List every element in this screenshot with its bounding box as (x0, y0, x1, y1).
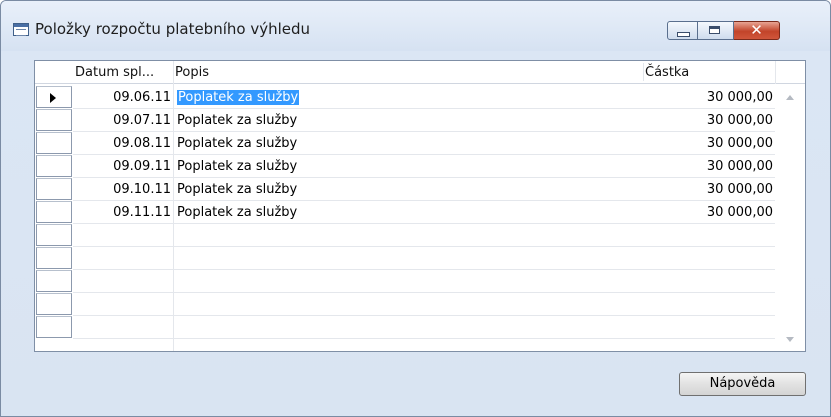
column-header-description[interactable]: Popis (175, 61, 645, 83)
row-selector[interactable] (36, 201, 72, 223)
maximize-button[interactable] (698, 21, 734, 40)
table-row[interactable]: 09.09.11 Poplatek za služby 30 000,00 (35, 155, 775, 178)
row-selector[interactable] (36, 155, 72, 177)
table-row[interactable] (35, 224, 775, 247)
dialog-window: Položky rozpočtu platebního výhledu ✕ Da… (0, 0, 831, 417)
header-divider (643, 63, 644, 81)
cell-description[interactable]: Poplatek za služby (177, 132, 643, 155)
selected-text: Poplatek za služby (177, 90, 300, 105)
cell-amount[interactable]: 30 000,00 (645, 132, 773, 155)
cell-amount[interactable]: 30 000,00 (645, 201, 773, 224)
scroll-down-icon[interactable] (786, 337, 794, 342)
table-row[interactable] (35, 270, 775, 293)
scroll-up-icon[interactable] (786, 95, 794, 100)
table-row[interactable]: 09.07.11 Poplatek za služby 30 000,00 (35, 109, 775, 132)
cell-amount[interactable]: 30 000,00 (645, 155, 773, 178)
row-selector[interactable] (36, 247, 72, 269)
row-selector[interactable] (36, 86, 72, 108)
cell-description[interactable]: Poplatek za služby (177, 201, 643, 224)
row-selector[interactable] (36, 316, 72, 338)
column-header-amount[interactable]: Částka (645, 61, 775, 83)
cell-date[interactable]: 09.06.11 (75, 86, 171, 109)
help-button[interactable]: Nápověda (679, 372, 806, 396)
cell-date[interactable]: 09.09.11 (75, 155, 171, 178)
window-title: Položky rozpočtu platebního výhledu (35, 20, 311, 38)
close-button[interactable]: ✕ (734, 21, 780, 40)
cell-description[interactable]: Poplatek za služby (177, 178, 643, 201)
grid-header: Datum spl... Popis Částka (35, 61, 805, 84)
close-icon: ✕ (750, 21, 763, 39)
cell-amount[interactable]: 30 000,00 (645, 86, 773, 109)
cell-date[interactable]: 09.08.11 (75, 132, 171, 155)
table-row[interactable]: 09.10.11 Poplatek za služby 30 000,00 (35, 178, 775, 201)
row-selector[interactable] (36, 109, 72, 131)
row-selector[interactable] (36, 224, 72, 246)
cell-description[interactable]: Poplatek za služby (177, 109, 643, 132)
row-pointer-icon (50, 93, 56, 103)
minimize-icon (677, 32, 690, 37)
cell-description[interactable]: Poplatek za služby (177, 155, 643, 178)
entries-grid[interactable]: Datum spl... Popis Částka 09.06.11 Poplat… (34, 60, 806, 352)
row-selector[interactable] (36, 132, 72, 154)
list-window-icon (13, 23, 29, 36)
cell-amount[interactable]: 30 000,00 (645, 178, 773, 201)
table-row[interactable] (35, 293, 775, 316)
cell-amount[interactable]: 30 000,00 (645, 109, 773, 132)
title-bar[interactable]: Položky rozpočtu platebního výhledu ✕ (1, 1, 830, 51)
column-header-date[interactable]: Datum spl... (75, 61, 173, 83)
cell-date[interactable]: 09.11.11 (75, 201, 171, 224)
row-divider (73, 338, 775, 339)
table-row[interactable]: 09.11.11 Poplatek za služby 30 000,00 (35, 201, 775, 224)
table-row[interactable] (35, 316, 775, 339)
table-row[interactable]: 09.08.11 Poplatek za služby 30 000,00 (35, 132, 775, 155)
row-selector[interactable] (36, 178, 72, 200)
vertical-scrollbar[interactable] (775, 84, 805, 351)
table-row[interactable]: 09.06.11 Poplatek za služby 30 000,00 (35, 86, 775, 109)
maximize-icon (709, 26, 720, 34)
row-selector[interactable] (36, 270, 72, 292)
cell-description[interactable]: Poplatek za služby (177, 86, 643, 109)
cell-date[interactable]: 09.10.11 (75, 178, 171, 201)
table-row[interactable] (35, 247, 775, 270)
minimize-button[interactable] (667, 21, 698, 40)
row-selector[interactable] (36, 293, 72, 315)
cell-date[interactable]: 09.07.11 (75, 109, 171, 132)
